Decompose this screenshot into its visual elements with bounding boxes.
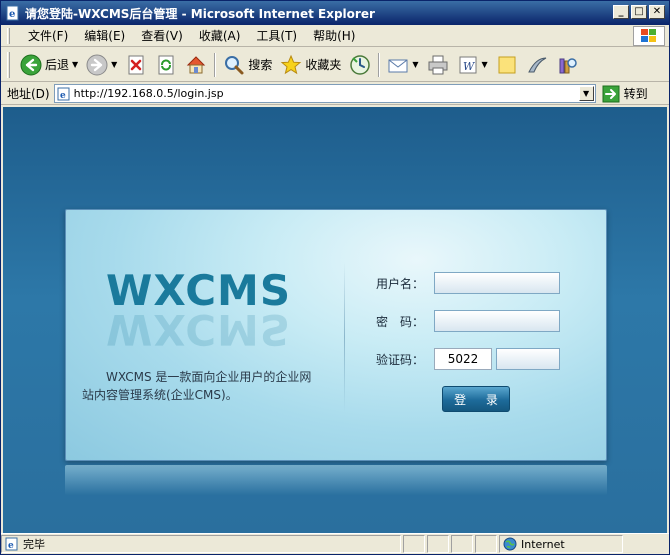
username-label: 用户名：	[376, 276, 425, 291]
mail-button[interactable]: ▼	[383, 51, 422, 79]
discuss-button[interactable]	[492, 51, 522, 79]
status-bar: e 完毕 Internet	[1, 533, 669, 554]
svg-text:e: e	[8, 541, 14, 551]
menu-grip	[7, 27, 10, 44]
globe-icon	[503, 537, 517, 551]
favorites-label: 收藏夹	[305, 58, 342, 72]
ie-page-icon: e	[6, 5, 19, 21]
status-main: e 完毕	[1, 535, 401, 553]
edit-button[interactable]: W ▼	[453, 51, 492, 79]
page-content: WXCMS WXCMS WXCMS 是一款面向企业用户的企业网站内容管理系统(企…	[3, 107, 667, 533]
captcha-input[interactable]	[496, 348, 560, 370]
forward-arrow-icon	[86, 54, 108, 75]
close-button[interactable]: ✕	[649, 5, 665, 19]
messenger-button[interactable]	[522, 51, 552, 79]
research-button[interactable]	[552, 51, 582, 79]
menu-favorites[interactable]: 收藏(A)	[191, 25, 249, 46]
panel-reflection	[65, 465, 607, 495]
login-button[interactable]: 登 录	[442, 386, 510, 412]
panel-divider	[344, 262, 345, 412]
toolbar-separator	[214, 52, 217, 77]
home-icon	[187, 55, 206, 73]
svg-text:e: e	[9, 9, 15, 20]
status-cell-empty	[427, 535, 449, 553]
captcha-image[interactable]: 5022	[434, 348, 492, 370]
password-input[interactable]	[434, 310, 560, 332]
logo-block: WXCMS WXCMS	[106, 266, 306, 354]
search-icon	[225, 55, 244, 74]
svg-text:W: W	[463, 60, 476, 73]
login-panel: WXCMS WXCMS WXCMS 是一款面向企业用户的企业网站内容管理系统(企…	[65, 209, 607, 461]
go-arrow-icon	[602, 85, 620, 102]
logo-reflection: WXCMS	[106, 305, 292, 354]
svg-text:e: e	[60, 91, 66, 101]
page-done-icon: e	[5, 537, 18, 551]
word-icon: W	[459, 56, 477, 73]
search-button[interactable]: 搜索	[219, 51, 276, 79]
system-description: WXCMS 是一款面向企业用户的企业网站内容管理系统(企业CMS)。	[82, 370, 312, 402]
print-button[interactable]	[423, 51, 453, 79]
toolbar-separator	[378, 52, 381, 77]
back-dropdown-icon[interactable]: ▼	[72, 60, 78, 69]
edit-dropdown-icon[interactable]: ▼	[482, 60, 488, 69]
username-input[interactable]	[434, 272, 560, 294]
page-icon: e	[57, 87, 70, 101]
title-bar: e 请您登陆-WXCMS后台管理 - Microsoft Internet Ex…	[1, 1, 669, 25]
back-arrow-icon	[20, 54, 42, 75]
windows-flag-icon	[633, 26, 665, 46]
mail-icon	[388, 59, 408, 72]
favorites-button[interactable]: 收藏夹	[276, 51, 345, 79]
toolbar-grip	[7, 51, 10, 78]
status-cell-empty	[475, 535, 497, 553]
printer-icon	[428, 55, 448, 74]
captcha-row: 验证码： 5022	[376, 348, 560, 370]
menu-view[interactable]: 查看(V)	[133, 25, 191, 46]
ie-window: e 请您登陆-WXCMS后台管理 - Microsoft Internet Ex…	[0, 0, 670, 555]
username-row: 用户名：	[376, 272, 560, 294]
home-button[interactable]	[181, 51, 211, 79]
history-icon	[350, 54, 371, 75]
captcha-label: 验证码：	[376, 352, 425, 367]
forward-button[interactable]: ▼	[82, 51, 121, 79]
menu-tools[interactable]: 工具(T)	[248, 25, 305, 46]
mail-dropdown-icon[interactable]: ▼	[412, 60, 418, 69]
menu-help[interactable]: 帮助(H)	[305, 25, 363, 46]
window-title: 请您登陆-WXCMS后台管理 - Microsoft Internet Expl…	[25, 6, 375, 21]
go-button[interactable]: 转到	[602, 85, 648, 103]
address-url: http://192.168.0.5/login.jsp	[73, 87, 224, 100]
forward-dropdown-icon[interactable]: ▼	[111, 60, 117, 69]
zone-text: Internet	[521, 537, 565, 551]
menu-file[interactable]: 文件(F)	[20, 25, 76, 46]
back-button[interactable]: 后退 ▼	[16, 51, 82, 79]
status-zone: Internet	[499, 535, 623, 553]
address-dropdown-icon[interactable]: ▼	[578, 86, 594, 101]
back-label: 后退	[45, 58, 70, 72]
star-icon	[281, 54, 302, 74]
stop-button[interactable]	[121, 51, 151, 79]
refresh-icon	[158, 55, 174, 74]
refresh-button[interactable]	[151, 51, 181, 79]
password-label: 密 码：	[376, 314, 425, 329]
research-icon	[559, 57, 577, 73]
go-label: 转到	[623, 87, 648, 101]
messenger-icon	[527, 57, 546, 72]
status-cell-empty	[451, 535, 473, 553]
status-text: 完毕	[23, 538, 45, 551]
address-label: 地址(D)	[7, 87, 50, 101]
window-controls: _ □ ✕	[613, 5, 665, 19]
stop-icon	[128, 55, 144, 74]
media-button[interactable]	[345, 51, 375, 79]
search-label: 搜索	[248, 58, 273, 72]
maximize-button[interactable]: □	[631, 5, 647, 19]
note-icon	[498, 56, 516, 73]
standard-toolbar: 后退 ▼ ▼ 搜索 收藏夹 ▼ W ▼	[1, 48, 669, 82]
menu-edit[interactable]: 编辑(E)	[76, 25, 133, 46]
address-bar: 地址(D) e http://192.168.0.5/login.jsp ▼ 转…	[1, 83, 669, 105]
password-row: 密 码：	[376, 310, 560, 332]
status-cell-empty	[403, 535, 425, 553]
menu-bar: 文件(F) 编辑(E) 查看(V) 收藏(A) 工具(T) 帮助(H)	[1, 25, 669, 47]
address-input[interactable]: e http://192.168.0.5/login.jsp ▼	[53, 84, 596, 103]
minimize-button[interactable]: _	[613, 5, 629, 19]
